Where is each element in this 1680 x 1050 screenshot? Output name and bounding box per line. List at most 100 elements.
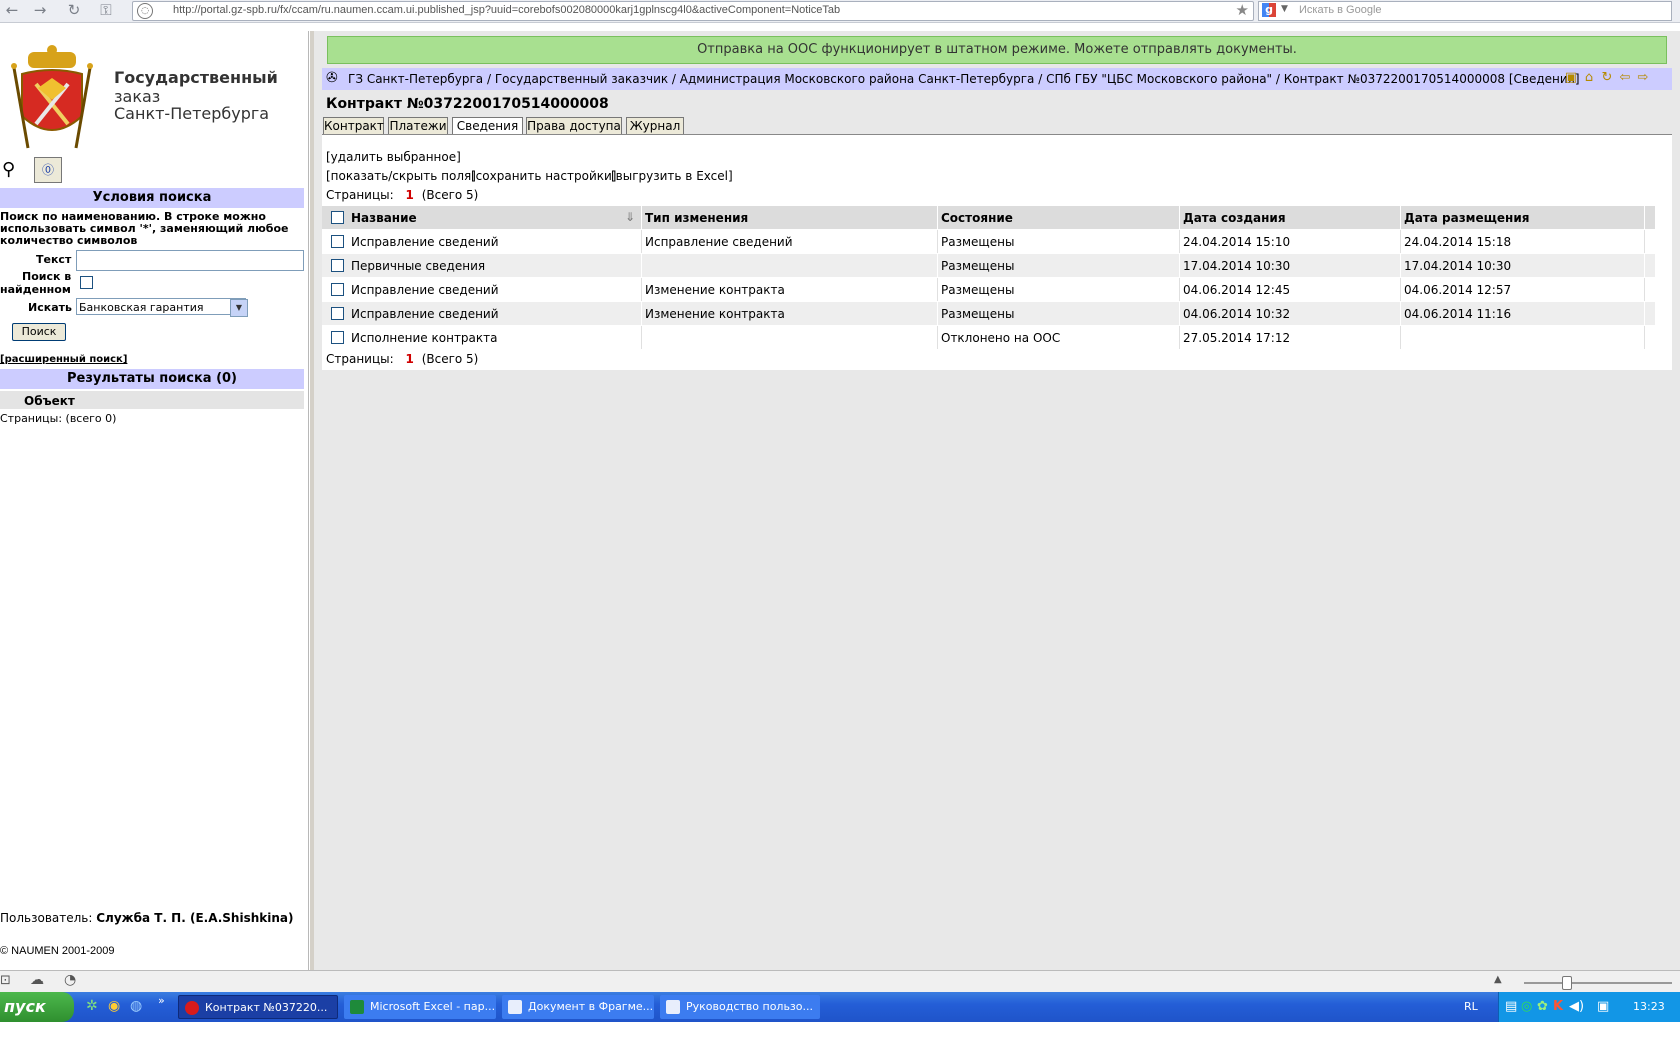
save-settings-link[interactable]: [сохранить настройки] [471, 169, 617, 183]
info-icon[interactable]: ⓪ [34, 157, 62, 183]
clock[interactable]: 13:23 [1633, 1000, 1665, 1013]
google-search-box[interactable]: g ▼ Искать в Google [1258, 1, 1672, 21]
zoom-slider-handle[interactable] [1562, 976, 1572, 990]
search-button[interactable]: Поиск [12, 323, 66, 341]
table-row[interactable]: Исправление сведений Изменение контракта… [322, 302, 1655, 325]
cell-published: 24.04.2014 15:18 [1404, 235, 1512, 249]
opera-icon [185, 1001, 199, 1015]
select-all-checkbox[interactable] [331, 211, 344, 224]
row-checkbox[interactable] [331, 283, 344, 296]
excel-icon [350, 1000, 364, 1014]
row-checkbox[interactable] [331, 235, 344, 248]
page-link[interactable]: 1 [406, 352, 414, 366]
cell-created: 17.04.2014 10:30 [1183, 259, 1291, 273]
cell-name[interactable]: Исправление сведений [351, 235, 499, 249]
key-icon[interactable]: ⚿ [96, 1, 116, 19]
monitor-icon[interactable]: ▣ [1597, 999, 1609, 1014]
results-column-header: Объект [0, 391, 304, 409]
search-icon[interactable]: ⚲ [2, 159, 24, 181]
cell-name[interactable]: Исправление сведений [351, 283, 499, 297]
taskbar-item-manual[interactable]: Руководство пользо... [660, 995, 820, 1019]
taskbar-item-label: Контракт №037220... [205, 1001, 328, 1014]
panel-toggle-icon[interactable]: ⊡ [0, 973, 11, 988]
table-row[interactable]: Исправление сведений Изменение контракта… [322, 278, 1655, 301]
col-published-header[interactable]: Дата размещения [1404, 211, 1529, 225]
forward-arrow-icon[interactable]: → [30, 1, 50, 19]
more-icon[interactable]: » [158, 994, 165, 1007]
table-row[interactable]: Исполнение контракта Отклонено на ООС 27… [322, 326, 1655, 349]
volume-icon[interactable]: ◀) [1569, 999, 1584, 1014]
chevron-up-icon[interactable]: ▲ [1494, 974, 1502, 985]
kaspersky-icon[interactable]: K [1553, 999, 1563, 1014]
status-notice: Отправка на ООС функционирует в штатном … [327, 36, 1667, 64]
status-icon[interactable]: ◎ [1521, 999, 1532, 1014]
toggle-fields-link[interactable]: [показать/скрыть поля] [326, 169, 476, 183]
row-checkbox[interactable] [331, 331, 344, 344]
taskbar-item-label: Документ в Фрагме... [528, 1000, 654, 1013]
row-checkbox[interactable] [331, 259, 344, 272]
tab-access[interactable]: Права доступа [526, 117, 622, 135]
start-button[interactable]: пуск [0, 992, 74, 1022]
table-row[interactable]: Первичные сведения Размещены 17.04.2014 … [322, 254, 1655, 277]
spb-emblem-icon [11, 45, 93, 149]
taskbar-item-document[interactable]: Документ в Фрагме... [502, 995, 654, 1019]
tab-journal[interactable]: Журнал [626, 117, 684, 135]
ie-icon[interactable]: ◍ [130, 998, 142, 1014]
quicklaunch-icon[interactable]: ✲ [86, 998, 98, 1014]
chrome-icon[interactable]: ◉ [108, 998, 120, 1014]
col-created-header[interactable]: Дата создания [1183, 211, 1286, 225]
home-icon[interactable]: ⌂ [1580, 70, 1598, 85]
text-label: Текст [36, 253, 72, 266]
sort-arrow-icon[interactable]: ⇓ [625, 210, 635, 224]
back-arrow-icon[interactable]: ← [2, 1, 22, 19]
col-state-header[interactable]: Состояние [941, 211, 1013, 225]
user-info: Пользователь: Служба Т. П. (E.A.Shishkin… [0, 911, 293, 925]
chevron-down-icon[interactable]: ▼ [1281, 4, 1288, 14]
text-input[interactable] [76, 250, 304, 271]
forward-icon[interactable]: ⇨ [1634, 70, 1652, 85]
chevron-down-icon[interactable]: ▼ [230, 299, 248, 317]
cell-state: Размещены [941, 259, 1015, 273]
export-excel-link[interactable]: [выгрузить в Excel] [611, 169, 733, 183]
col-type-header[interactable]: Тип изменения [645, 211, 748, 225]
search-in-select[interactable]: Банковская гарантия [76, 298, 246, 315]
folder-icon[interactable]: ▣ [1562, 70, 1580, 85]
cloud-icon[interactable]: ☁ [30, 972, 44, 988]
bookmark-star-icon[interactable]: ★ [1236, 1, 1249, 19]
zoom-slider[interactable] [1524, 982, 1672, 984]
row-checkbox[interactable] [331, 307, 344, 320]
cell-published: 17.04.2014 10:30 [1404, 259, 1512, 273]
cell-state: Размещены [941, 235, 1015, 249]
speed-dial-icon[interactable]: ◔ [64, 972, 76, 988]
system-tray: ▤ ◎ ✿ K ◀) ▣ 13:23 [1498, 992, 1680, 1022]
refresh-icon[interactable]: ↻ [1598, 70, 1616, 85]
address-bar[interactable]: ◌ http://portal.gz-spb.ru/fx/ccam/ru.nau… [132, 1, 1254, 21]
col-name-header[interactable]: Название [351, 211, 417, 225]
breadcrumb[interactable]: ГЗ Санкт-Петербурга / Государственный за… [348, 72, 1580, 86]
delete-selected-link[interactable]: [удалить выбранное] [326, 150, 461, 164]
logo-line1: Государственный [114, 68, 278, 87]
table-row[interactable]: Исправление сведений Исправление сведени… [322, 230, 1655, 253]
cell-name[interactable]: Исправление сведений [351, 307, 499, 321]
page-link[interactable]: 1 [406, 188, 414, 202]
taskbar-item-label: Руководство пользо... [686, 1000, 814, 1013]
site-info-icon[interactable]: ◌ [137, 3, 153, 19]
cell-name[interactable]: Исполнение контракта [351, 331, 498, 345]
search-conditions-header: Условия поиска [0, 188, 304, 208]
language-indicator[interactable]: RL [1464, 1000, 1478, 1013]
in-found-checkbox[interactable] [80, 276, 93, 289]
cell-type: Изменение контракта [645, 307, 785, 321]
advanced-search-link[interactable]: [расширенный поиск] [0, 354, 127, 365]
cell-name[interactable]: Первичные сведения [351, 259, 485, 273]
reload-icon[interactable]: ↻ [64, 1, 84, 19]
tab-payments[interactable]: Платежи [388, 117, 448, 135]
back-icon[interactable]: ⇦ [1616, 70, 1634, 85]
cell-created: 04.06.2014 10:32 [1183, 307, 1291, 321]
network-icon[interactable]: ▤ [1505, 999, 1517, 1014]
taskbar-item-excel[interactable]: Microsoft Excel - пар... [344, 995, 496, 1019]
tab-contract[interactable]: Контракт [323, 117, 384, 135]
flower-icon[interactable]: ✿ [1537, 999, 1548, 1014]
cell-created: 27.05.2014 17:12 [1183, 331, 1291, 345]
results-pages: Страницы: (всего 0) [0, 412, 117, 425]
taskbar-item-opera[interactable]: Контракт №037220... [178, 995, 338, 1019]
